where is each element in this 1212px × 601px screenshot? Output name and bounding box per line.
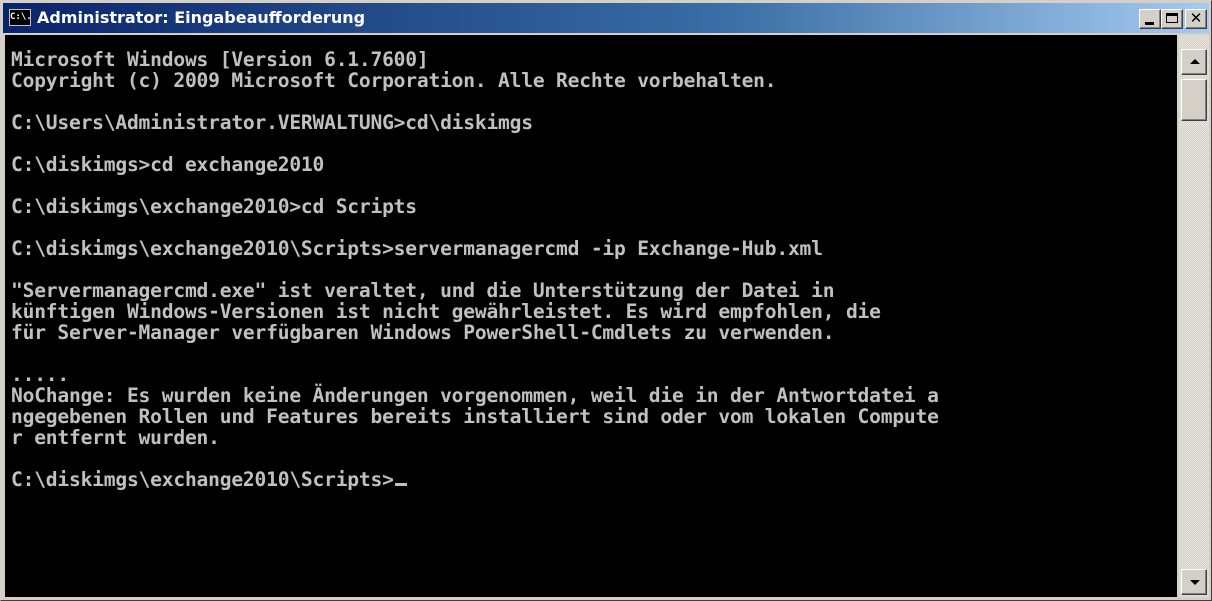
- console-line: C:\diskimgs\exchange2010\Scripts>serverm…: [11, 237, 823, 260]
- console-line: C:\Users\Administrator.VERWALTUNG>cd\dis…: [11, 111, 533, 134]
- console-line: für Server-Manager verfügbaren Windows P…: [11, 321, 835, 344]
- text-cursor: [394, 483, 407, 486]
- console-line: C:\diskimgs\exchange2010>cd Scripts: [11, 195, 417, 218]
- close-icon: ✕: [1189, 9, 1203, 27]
- window-title: Administrator: Eingabeaufforderung: [37, 8, 366, 27]
- console-line: NoChange: Es wurden keine Änderungen vor…: [11, 384, 939, 407]
- console-line: künftigen Windows-Versionen ist nicht ge…: [11, 300, 881, 323]
- scrollbar-thumb[interactable]: [1181, 79, 1207, 121]
- console-line: C:\diskimgs>cd exchange2010: [11, 153, 325, 176]
- minimize-icon: [1145, 22, 1154, 25]
- console-line: r entfernt wurden.: [11, 426, 220, 449]
- minimize-button[interactable]: [1139, 9, 1161, 29]
- maximize-button[interactable]: [1161, 9, 1183, 29]
- command-prompt-window: C:\. Administrator: Eingabeaufforderung …: [0, 0, 1212, 601]
- console-prompt: C:\diskimgs\exchange2010\Scripts>: [11, 468, 394, 491]
- cmd-app-icon[interactable]: C:\.: [9, 9, 32, 26]
- vertical-scrollbar[interactable]: [1179, 35, 1209, 597]
- console-line: .....: [11, 363, 69, 386]
- maximize-icon: [1166, 13, 1178, 23]
- close-button[interactable]: ✕: [1185, 9, 1207, 29]
- title-bar[interactable]: C:\. Administrator: Eingabeaufforderung …: [3, 3, 1209, 33]
- scroll-down-button[interactable]: [1181, 569, 1207, 595]
- console-line: Microsoft Windows [Version 6.1.7600]: [11, 48, 429, 71]
- scroll-up-arrow-icon: [1190, 59, 1200, 64]
- console-line: ngegebenen Rollen und Features bereits i…: [11, 405, 939, 428]
- console-line: "Servermanagercmd.exe" ist veraltet, und…: [11, 279, 835, 302]
- console-text: Microsoft Windows [Version 6.1.7600] Cop…: [5, 35, 1177, 490]
- console-output-area[interactable]: Microsoft Windows [Version 6.1.7600] Cop…: [5, 35, 1177, 597]
- console-lines: Microsoft Windows [Version 6.1.7600] Cop…: [11, 48, 939, 449]
- scroll-up-button[interactable]: [1181, 49, 1207, 75]
- console-line: Copyright (c) 2009 Microsoft Corporation…: [11, 69, 777, 92]
- scroll-down-arrow-icon: [1190, 580, 1200, 585]
